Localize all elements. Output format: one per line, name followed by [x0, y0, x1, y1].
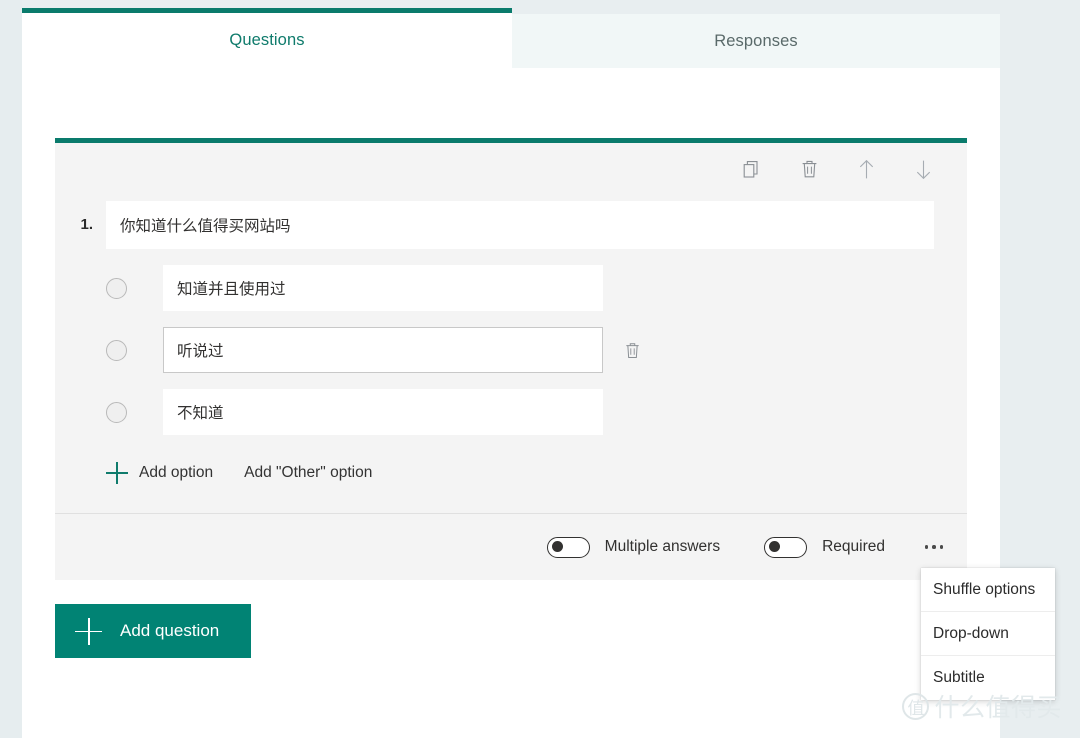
plus-icon	[75, 617, 102, 645]
tab-questions[interactable]: Questions	[22, 8, 512, 68]
page-left-gutter	[0, 0, 22, 738]
delete-icon[interactable]	[797, 157, 821, 181]
tab-responses-label: Responses	[714, 31, 798, 50]
tab-responses[interactable]: Responses	[512, 14, 1000, 68]
required-toggle[interactable]	[764, 536, 808, 558]
toggle-knob	[551, 540, 563, 552]
menu-item-shuffle-options[interactable]: Shuffle options	[921, 568, 1055, 612]
question-title-input[interactable]: 你知道什么值得买网站吗	[106, 201, 934, 249]
options-list: 知道并且使用过 听说过 不知道	[55, 265, 967, 435]
required-group: Required	[764, 536, 885, 558]
menu-item-drop-down[interactable]: Drop-down	[921, 612, 1055, 656]
multiple-answers-toggle[interactable]	[546, 536, 590, 558]
multiple-answers-group: Multiple answers	[546, 536, 721, 558]
add-option-label: Add option	[139, 464, 214, 481]
add-question-label: Add question	[120, 621, 220, 640]
tab-strip: Questions Responses	[22, 0, 1000, 68]
add-option-button[interactable]: Add option	[106, 462, 213, 484]
add-option-row: Add option Add "Other" option	[55, 451, 967, 495]
ellipsis-dot	[932, 545, 936, 549]
menu-item-subtitle[interactable]: Subtitle	[921, 656, 1055, 700]
option-input[interactable]: 听说过	[163, 327, 603, 373]
ellipsis-dot	[939, 545, 944, 549]
multiple-answers-label: Multiple answers	[604, 538, 721, 555]
option-row: 不知道	[106, 389, 967, 435]
required-label: Required	[822, 538, 885, 555]
option-radio-icon[interactable]	[106, 339, 127, 361]
ellipsis-icon[interactable]	[921, 534, 947, 560]
question-title-row: 1. 你知道什么值得买网站吗	[55, 201, 967, 249]
option-row: 知道并且使用过	[106, 265, 967, 311]
option-input[interactable]: 不知道	[163, 389, 603, 435]
move-down-icon[interactable]	[911, 157, 935, 181]
copy-icon[interactable]	[740, 157, 764, 181]
option-radio-icon[interactable]	[106, 277, 127, 299]
toggle-knob	[769, 540, 781, 552]
question-card-footer: Multiple answers Required	[55, 514, 967, 580]
plus-icon	[106, 462, 128, 484]
question-options-menu: Shuffle options Drop-down Subtitle	[921, 568, 1055, 700]
add-other-option-button[interactable]: Add "Other" option	[244, 464, 372, 482]
option-radio-icon[interactable]	[106, 401, 127, 423]
add-question-button[interactable]: Add question	[55, 604, 251, 658]
question-number: 1.	[80, 216, 93, 233]
ellipsis-dot	[924, 545, 929, 549]
form-canvas: 1. 你知道什么值得买网站吗 知道并且使用过 听说过 不知道 Add optio…	[22, 68, 1000, 738]
option-row: 听说过	[106, 327, 967, 373]
question-card: 1. 你知道什么值得买网站吗 知道并且使用过 听说过 不知道 Add optio…	[55, 138, 967, 580]
option-input[interactable]: 知道并且使用过	[163, 265, 603, 311]
tab-questions-label: Questions	[229, 31, 305, 49]
delete-icon[interactable]	[621, 339, 643, 361]
move-up-icon[interactable]	[854, 157, 878, 181]
question-card-toolbar	[55, 143, 967, 195]
